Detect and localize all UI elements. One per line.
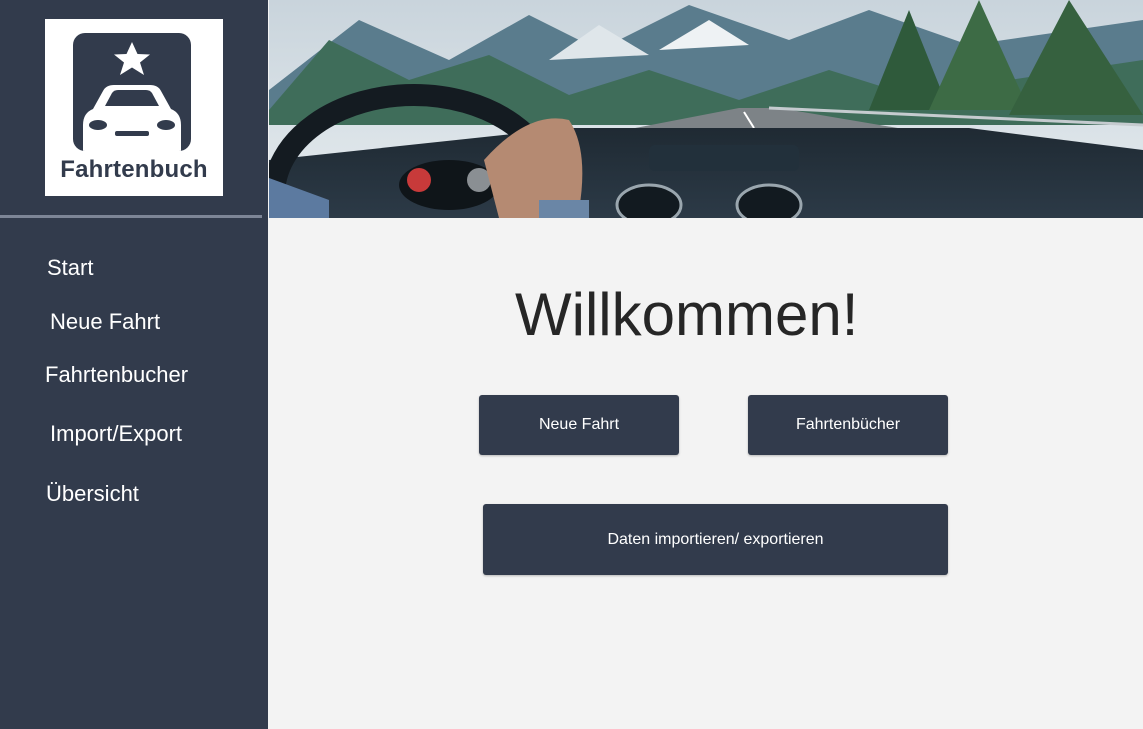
- hero-image: [269, 0, 1143, 218]
- logo-text: Fahrtenbuch: [60, 156, 208, 183]
- new-trip-button[interactable]: Neue Fahrt: [479, 395, 679, 455]
- sidebar-item-start[interactable]: Start: [47, 255, 93, 281]
- sidebar-item-uebersicht[interactable]: Übersicht: [46, 481, 139, 507]
- sidebar-item-fahrtenbucher[interactable]: Fahrtenbucher: [45, 362, 188, 388]
- sidebar-divider: [0, 215, 262, 218]
- logbooks-button[interactable]: Fahrtenbücher: [748, 395, 948, 455]
- app-logo[interactable]: Fahrtenbuch: [45, 19, 223, 196]
- page-title: Willkommen!: [515, 281, 859, 348]
- sidebar-item-neue-fahrt[interactable]: Neue Fahrt: [50, 309, 160, 335]
- car-logo-icon: [73, 33, 191, 151]
- import-export-button[interactable]: Daten importieren/ exportieren: [483, 504, 948, 575]
- star-icon: [114, 42, 150, 75]
- sidebar: Fahrtenbuch Start Neue Fahrt Fahrtenbuch…: [0, 0, 268, 729]
- sidebar-item-import-export[interactable]: Import/Export: [50, 421, 182, 447]
